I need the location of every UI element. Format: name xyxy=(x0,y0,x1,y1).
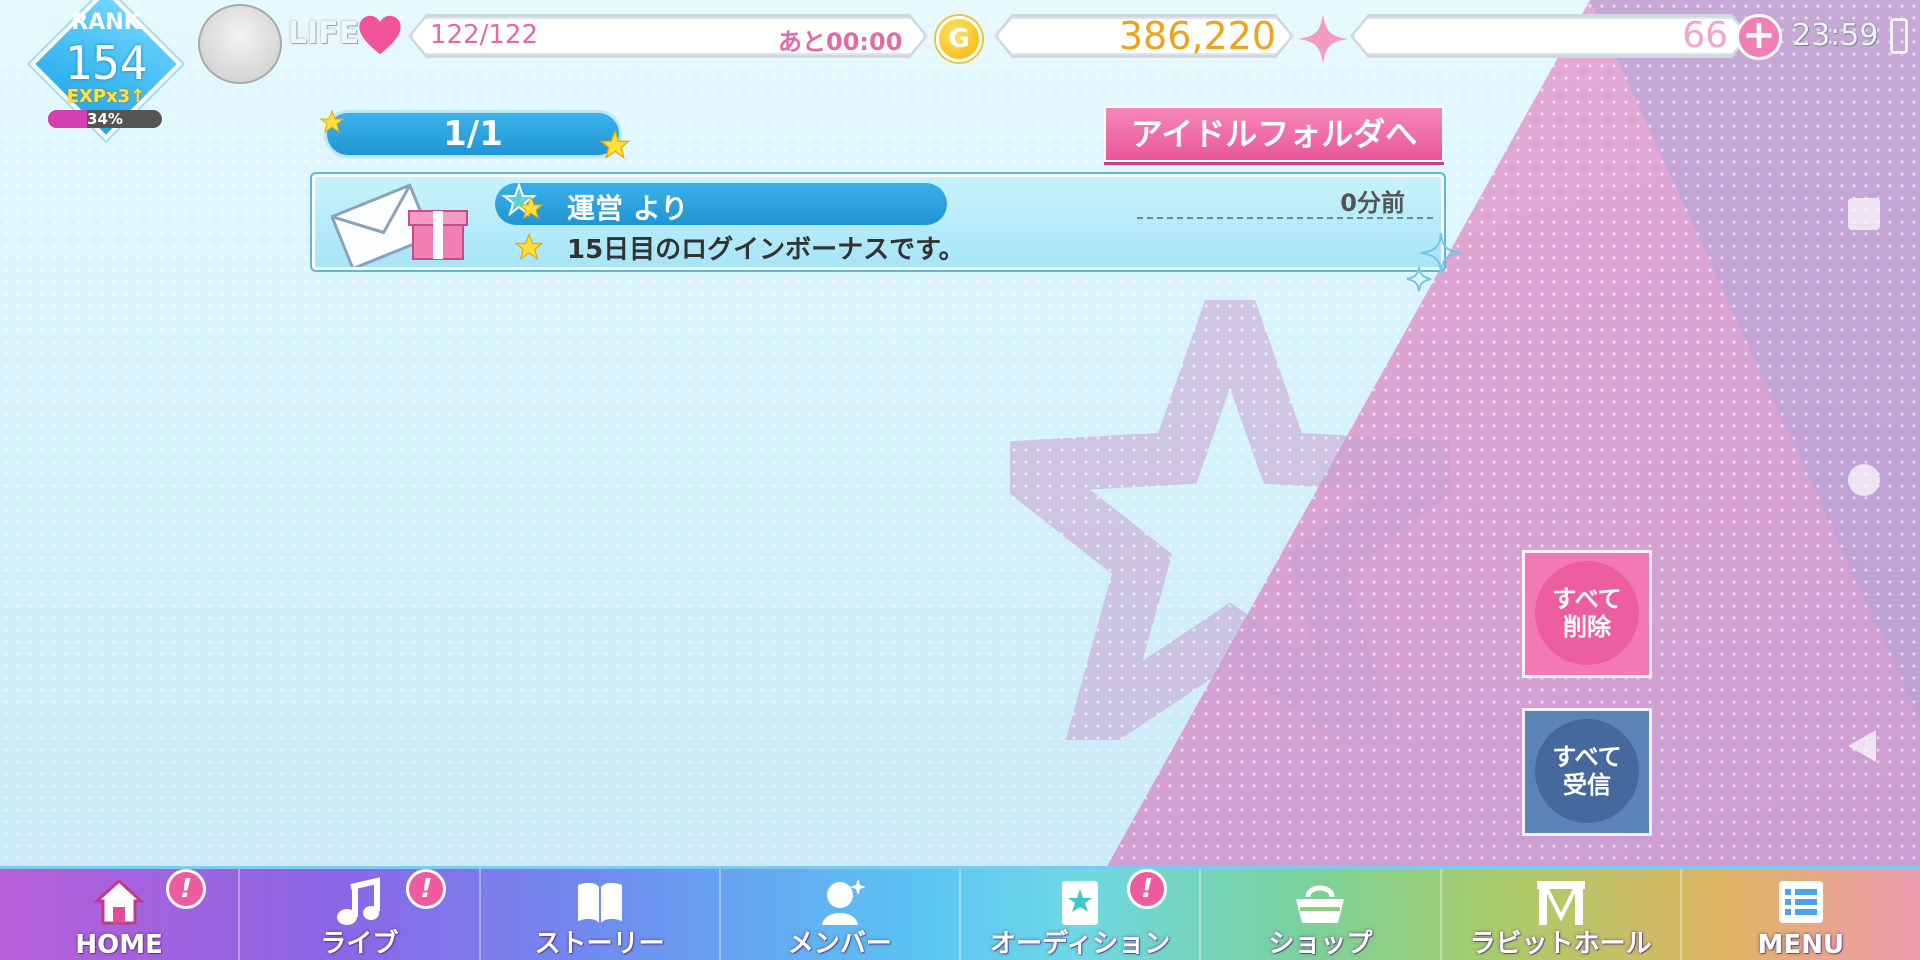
background-star-shape xyxy=(1010,300,1450,740)
gold-value: 386,220 xyxy=(1118,14,1276,58)
nav-label: MENU xyxy=(1757,930,1845,960)
exp-boost: EXPx3↑ xyxy=(66,86,146,107)
event-emblem-icon[interactable] xyxy=(198,4,282,84)
notification-badge: ! xyxy=(1127,869,1167,909)
nav-story[interactable]: ストーリー xyxy=(481,869,721,960)
nav-shop[interactable]: ショップ xyxy=(1201,869,1442,960)
nav-live[interactable]: ライブ ! xyxy=(240,869,481,960)
sender-pill xyxy=(495,183,947,225)
battery-icon xyxy=(1890,18,1908,54)
message-time: 0分前 xyxy=(1340,189,1405,217)
nav-label: ライブ xyxy=(320,929,399,959)
nav-label: メンバー xyxy=(787,929,892,959)
rank-label: RANK xyxy=(71,10,141,35)
recent-apps-icon[interactable] xyxy=(1848,198,1880,230)
nav-rabbit-hall[interactable]: ラビットホール xyxy=(1442,869,1682,960)
life-timer: あと00:00 xyxy=(778,28,903,56)
exp-progress-bar: 34% xyxy=(48,110,162,128)
nav-label: HOME xyxy=(75,930,163,960)
rank-value: 154 xyxy=(64,36,148,90)
home-system-icon[interactable] xyxy=(1848,464,1880,496)
receive-all-button[interactable]: すべて 受信 xyxy=(1522,708,1652,836)
life-label: LIFE xyxy=(288,16,360,51)
heart-icon xyxy=(359,15,401,55)
audition-icon xyxy=(1062,881,1099,925)
nav-member[interactable]: メンバー xyxy=(721,869,961,960)
envelope-gift-icon xyxy=(331,183,468,267)
divider xyxy=(1137,217,1433,219)
member-icon xyxy=(821,879,866,925)
message-body: 15日目のログインボーナスです。 xyxy=(567,235,965,265)
music-note-icon xyxy=(337,877,381,925)
delete-all-label: すべて 削除 xyxy=(1535,561,1639,665)
bottom-menu: HOME ! ライブ ! ストーリー メンバー オーディション ! ショップ ラ… xyxy=(0,866,1920,960)
back-icon[interactable] xyxy=(1842,726,1882,766)
sparkle-icon xyxy=(1406,232,1462,292)
life-value: 122/122 xyxy=(430,20,539,50)
jewel-sparkle-icon xyxy=(1298,14,1348,64)
basket-icon xyxy=(1296,885,1345,923)
idol-folder-button[interactable]: アイドルフォルダへ xyxy=(1104,106,1444,162)
menu-list-icon xyxy=(1778,881,1823,923)
nav-audition[interactable]: オーディション ! xyxy=(961,869,1202,960)
receive-all-label: すべて 受信 xyxy=(1535,719,1639,823)
message-item[interactable]: 運営 より 0分前 15日目のログインボーナスです。 xyxy=(310,172,1462,292)
star-icon xyxy=(515,233,543,261)
star-icon xyxy=(600,130,630,159)
nav-home[interactable]: HOME ! xyxy=(0,869,241,960)
home-icon xyxy=(93,878,146,925)
nav-label: ラビットホール xyxy=(1469,929,1652,959)
nav-label: ストーリー xyxy=(534,929,665,959)
clock: 23:59 xyxy=(1792,18,1879,53)
nav-label: ショップ xyxy=(1268,929,1373,959)
page-indicator: 1/1 xyxy=(324,110,622,158)
nav-label: オーディション xyxy=(990,929,1171,959)
stage-icon xyxy=(1536,881,1585,925)
message-sender: 運営 より xyxy=(567,192,689,225)
book-icon xyxy=(577,882,622,923)
nav-menu[interactable]: MENU xyxy=(1682,869,1920,960)
sender-star-icon xyxy=(501,183,544,220)
star-icon xyxy=(320,110,344,134)
notification-badge: ! xyxy=(166,869,206,909)
notification-badge: ! xyxy=(406,869,447,909)
delete-all-button[interactable]: すべて 削除 xyxy=(1522,550,1652,678)
exp-percent: 34% xyxy=(87,110,123,128)
jewel-value: 66 xyxy=(1682,15,1728,56)
rank-badge[interactable]: RANK 154 EXPx3↑ 34% xyxy=(26,0,186,142)
add-jewel-button[interactable]: + xyxy=(1736,14,1782,60)
gold-coin-icon: G xyxy=(936,16,982,62)
